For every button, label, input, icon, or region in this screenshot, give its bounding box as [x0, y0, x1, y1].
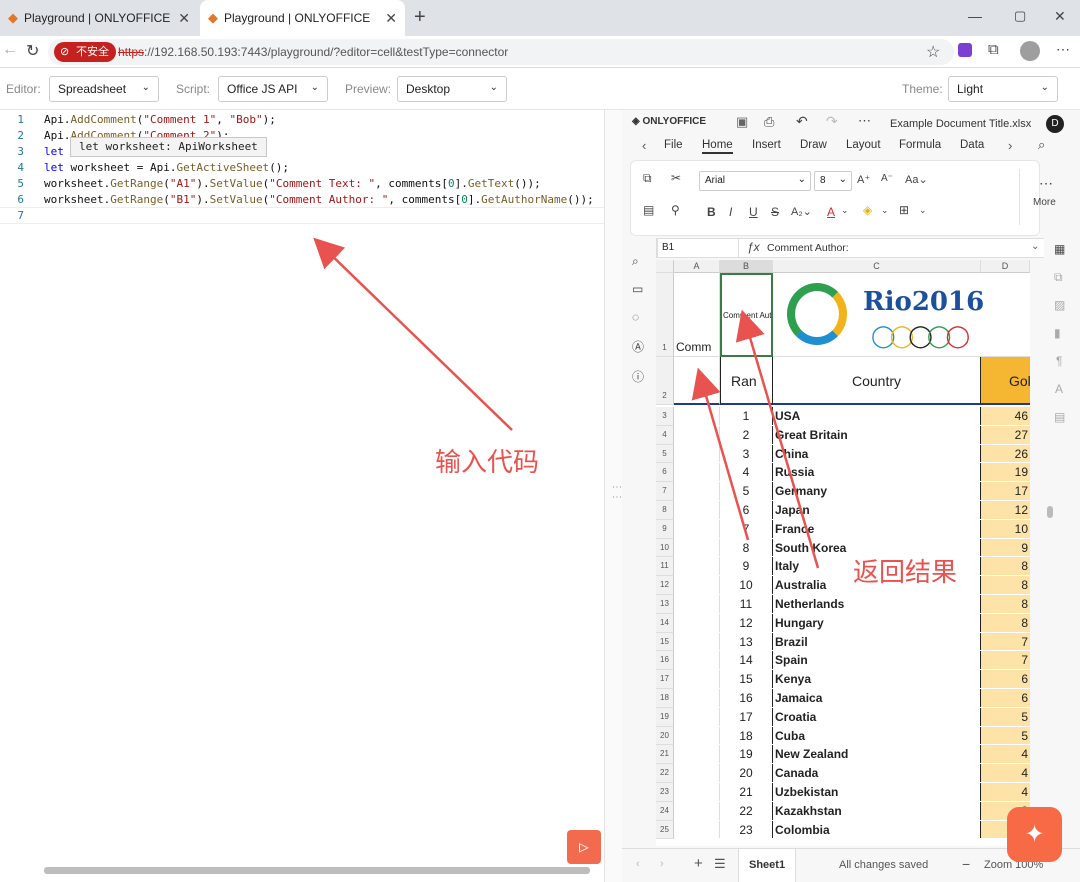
arrow-to-code	[313, 237, 513, 431]
arrow-to-cell-b1	[735, 309, 820, 569]
return-result-annotation: 返回结果	[853, 558, 958, 588]
annotation-arrows	[313, 237, 820, 569]
input-code-annotation: 输入代码	[435, 448, 540, 478]
arrow-to-cell-a1	[691, 367, 750, 541]
